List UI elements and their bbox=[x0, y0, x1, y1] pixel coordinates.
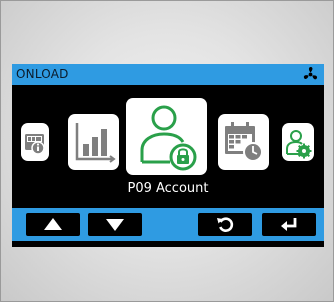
user-lock-icon bbox=[140, 105, 197, 171]
status-bar: ONLOAD bbox=[12, 64, 324, 85]
menu-item-schedule[interactable] bbox=[218, 114, 269, 170]
user-settings-icon bbox=[286, 130, 312, 159]
mode-title: ONLOAD bbox=[16, 67, 69, 81]
arrow-down-icon bbox=[106, 219, 124, 231]
menu-item-account[interactable] bbox=[126, 98, 207, 175]
menu-item-info[interactable] bbox=[21, 123, 49, 161]
fan-icon bbox=[303, 67, 318, 80]
refresh-icon bbox=[217, 217, 234, 232]
softkey-bar bbox=[12, 208, 324, 241]
calendar-clock-icon bbox=[225, 122, 263, 162]
arrow-up-icon bbox=[44, 218, 62, 230]
up-button[interactable] bbox=[26, 213, 80, 236]
info-panel-icon bbox=[25, 134, 45, 155]
menu-item-statistics[interactable] bbox=[68, 114, 119, 170]
bar-chart-icon bbox=[75, 123, 116, 163]
enter-button[interactable] bbox=[262, 213, 316, 236]
device-bezel: ONLOAD P09 Account bbox=[0, 0, 334, 302]
selected-menu-label: P09 Account bbox=[127, 181, 209, 196]
enter-icon bbox=[281, 218, 297, 231]
hmi-screen: ONLOAD P09 Account bbox=[12, 64, 324, 247]
down-button[interactable] bbox=[88, 213, 142, 236]
menu-item-user-settings[interactable] bbox=[282, 123, 314, 161]
back-button[interactable] bbox=[198, 213, 252, 236]
